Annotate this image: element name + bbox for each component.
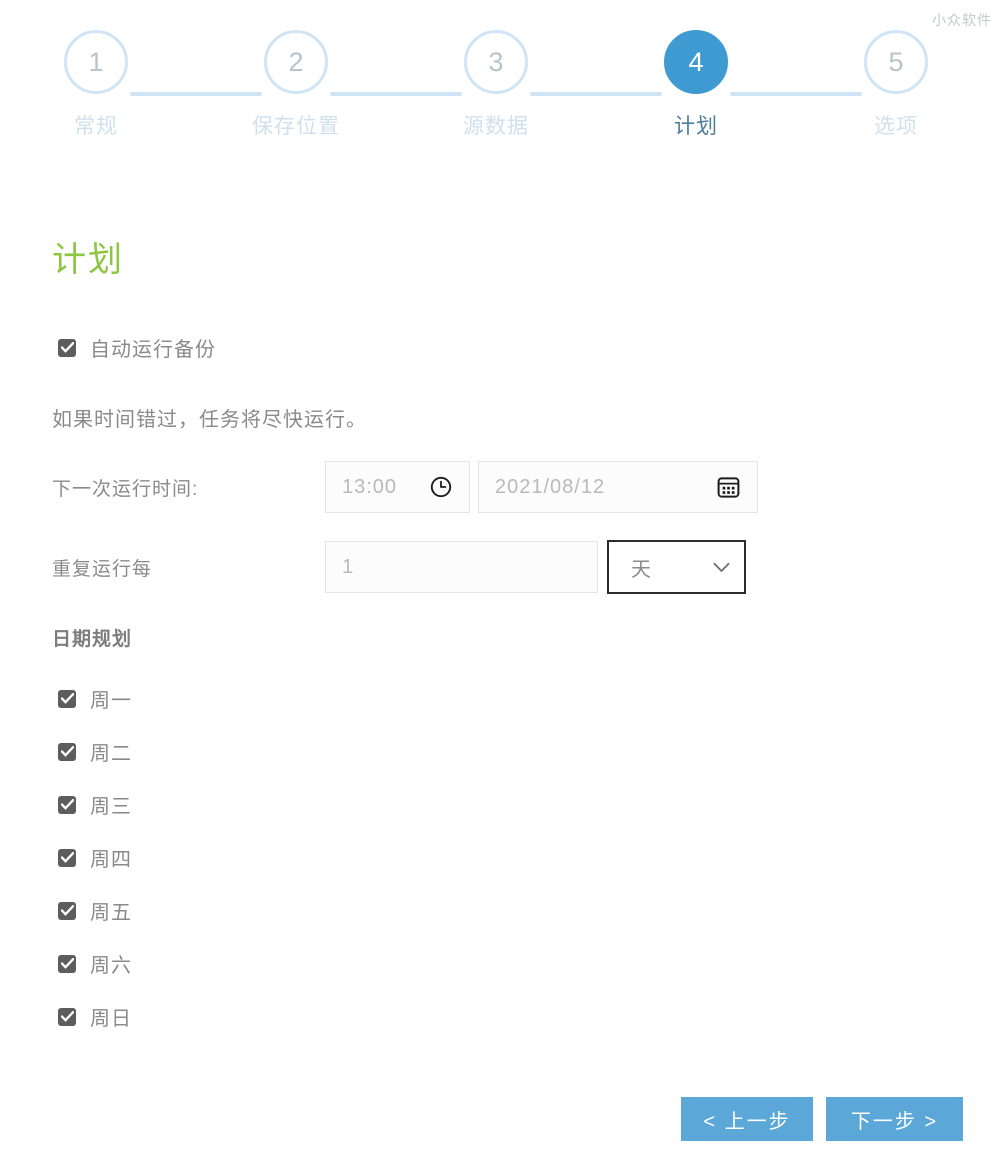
step-label-3: 源数据 bbox=[463, 115, 529, 138]
day-label-saturday: 周六 bbox=[90, 955, 132, 977]
step-item-2[interactable]: 2 保存位置 bbox=[230, 30, 362, 140]
wizard-stepper: 1 常规 2 保存位置 3 源数据 4 计划 5 选项 bbox=[0, 30, 1006, 150]
day-row-wednesday[interactable]: 周三 bbox=[58, 778, 132, 831]
checkbox-checked-icon[interactable] bbox=[58, 954, 76, 973]
day-label-tuesday: 周二 bbox=[90, 743, 132, 765]
next-step-button[interactable]: 下一步 > bbox=[826, 1097, 963, 1141]
repeat-interval-value: 1 bbox=[342, 555, 355, 578]
step-number-1: 1 bbox=[88, 46, 104, 77]
watermark: 小众软件 bbox=[932, 12, 992, 28]
day-row-saturday[interactable]: 周六 bbox=[58, 937, 132, 990]
day-row-tuesday[interactable]: 周二 bbox=[58, 725, 132, 778]
step-circle-4: 4 bbox=[664, 30, 728, 94]
step-label-4: 计划 bbox=[674, 115, 718, 138]
date-input-value: 2021/08/12 bbox=[495, 475, 606, 498]
checkbox-checked-icon[interactable] bbox=[58, 1007, 76, 1026]
next-run-time-row: 下一次运行时间: 13:00 2021/08/12 bbox=[52, 461, 758, 513]
checkbox-checked-icon[interactable] bbox=[58, 795, 76, 814]
step-number-3: 3 bbox=[488, 46, 504, 77]
step-circle-5: 5 bbox=[864, 30, 928, 94]
wizard-footer: < 上一步 下一步 > bbox=[0, 1097, 1006, 1142]
checkbox-checked-icon[interactable] bbox=[58, 338, 76, 357]
repeat-interval-input[interactable]: 1 bbox=[325, 541, 598, 593]
day-label-sunday: 周日 bbox=[90, 1008, 132, 1030]
checkbox-checked-icon[interactable] bbox=[58, 901, 76, 920]
time-input[interactable]: 13:00 bbox=[325, 461, 470, 513]
previous-step-button[interactable]: < 上一步 bbox=[681, 1097, 813, 1141]
next-run-time-label: 下一次运行时间: bbox=[52, 478, 199, 500]
day-label-monday: 周一 bbox=[90, 690, 132, 712]
auto-run-backup-label: 自动运行备份 bbox=[90, 339, 216, 361]
step-circle-1: 1 bbox=[64, 30, 128, 94]
auto-run-backup-row[interactable]: 自动运行备份 bbox=[58, 333, 216, 362]
checkbox-checked-icon[interactable] bbox=[58, 689, 76, 708]
checkbox-checked-icon[interactable] bbox=[58, 742, 76, 761]
step-label-1: 常规 bbox=[74, 115, 118, 138]
step-item-3[interactable]: 3 源数据 bbox=[430, 30, 562, 140]
chevron-down-icon[interactable] bbox=[713, 562, 730, 573]
repeat-interval-row: 重复运行每 1 天 bbox=[52, 540, 746, 594]
step-number-4: 4 bbox=[688, 46, 704, 77]
step-circle-2: 2 bbox=[264, 30, 328, 94]
step-item-1[interactable]: 1 常规 bbox=[30, 30, 162, 140]
missed-time-hint: 如果时间错过，任务将尽快运行。 bbox=[52, 409, 367, 431]
repeat-unit-select[interactable]: 天 bbox=[607, 540, 746, 594]
step-circle-3: 3 bbox=[464, 30, 528, 94]
day-label-wednesday: 周三 bbox=[90, 796, 132, 818]
repeat-unit-value: 天 bbox=[631, 558, 652, 581]
step-number-2: 2 bbox=[288, 46, 304, 77]
day-row-thursday[interactable]: 周四 bbox=[58, 831, 132, 884]
clock-icon[interactable] bbox=[429, 475, 453, 499]
day-label-thursday: 周四 bbox=[90, 849, 132, 871]
day-row-sunday[interactable]: 周日 bbox=[58, 990, 132, 1043]
day-schedule-title: 日期规划 bbox=[52, 629, 133, 650]
day-schedule-list: 周一 周二 周三 周四 周五 周六 周日 bbox=[58, 672, 132, 1043]
step-item-4[interactable]: 4 计划 bbox=[630, 30, 762, 140]
day-row-friday[interactable]: 周五 bbox=[58, 884, 132, 937]
step-item-5[interactable]: 5 选项 bbox=[830, 30, 962, 140]
calendar-icon[interactable] bbox=[716, 475, 741, 500]
day-label-friday: 周五 bbox=[90, 902, 132, 924]
day-row-monday[interactable]: 周一 bbox=[58, 672, 132, 725]
date-input[interactable]: 2021/08/12 bbox=[478, 461, 758, 513]
checkbox-checked-icon[interactable] bbox=[58, 848, 76, 867]
step-label-5: 选项 bbox=[874, 115, 918, 138]
page-title: 计划 bbox=[52, 241, 124, 279]
repeat-interval-label: 重复运行每 bbox=[52, 558, 153, 580]
time-input-value: 13:00 bbox=[342, 475, 398, 498]
step-label-2: 保存位置 bbox=[252, 115, 340, 138]
step-number-5: 5 bbox=[888, 46, 904, 77]
